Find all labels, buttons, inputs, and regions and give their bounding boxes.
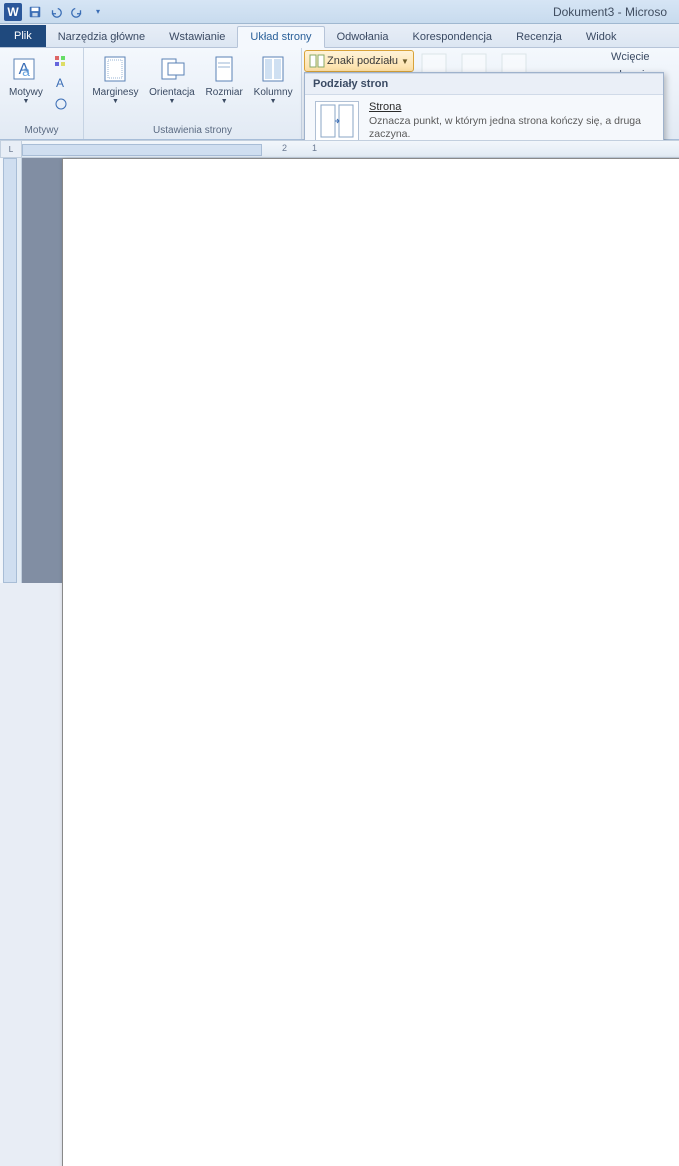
columns-label: Kolumny: [254, 87, 293, 98]
group-themes-label: Motywy: [4, 123, 79, 139]
quick-access-toolbar: ▾: [26, 3, 107, 21]
size-label: Rozmiar: [206, 87, 243, 98]
orientation-icon: [156, 53, 188, 85]
margins-label: Marginesy: [92, 87, 138, 98]
tab-insert[interactable]: Wstawianie: [157, 27, 237, 47]
chevron-down-icon: ▼: [270, 98, 277, 105]
menu-item-title: Strona: [369, 101, 653, 113]
breaks-dropdown-origin: Znaki podziału ▼ Podziały stron StronaOz…: [304, 48, 414, 72]
page-break-icon: [315, 101, 359, 141]
margins-button[interactable]: Marginesy ▼: [88, 50, 143, 108]
chevron-down-icon: ▼: [401, 57, 409, 66]
ribbon: Aa Motywy ▼ A Motywy Marginesy ▼ Orienta…: [0, 48, 679, 140]
chevron-down-icon: ▼: [168, 98, 175, 105]
tab-review[interactable]: Recenzja: [504, 27, 574, 47]
ruler-corner[interactable]: L: [0, 140, 22, 158]
chevron-down-icon: ▼: [22, 98, 29, 105]
menu-item-desc: Oznacza punkt, w którym jedna strona koń…: [369, 115, 653, 141]
ruler-mark: 1: [312, 143, 317, 153]
save-button[interactable]: [26, 3, 44, 21]
qat-customize-button[interactable]: ▾: [89, 3, 107, 21]
group-themes: Aa Motywy ▼ A Motywy: [0, 48, 84, 139]
svg-text:A: A: [56, 76, 64, 90]
group-page-setup-label: Ustawienia strony: [88, 123, 297, 139]
tab-home[interactable]: Narzędzia główne: [46, 27, 157, 47]
menu-section-page-breaks: Podziały stron: [305, 73, 663, 95]
window-title: Dokument3 - Microso: [107, 5, 675, 19]
theme-colors-button[interactable]: [50, 52, 72, 72]
size-button[interactable]: Rozmiar ▼: [201, 50, 247, 108]
tab-mailings[interactable]: Korespondencja: [401, 27, 505, 47]
breaks-label: Znaki podziału: [327, 55, 398, 67]
horizontal-ruler[interactable]: 2 1: [22, 140, 679, 158]
theme-fonts-button[interactable]: A: [50, 73, 72, 93]
chevron-down-icon: ▼: [112, 98, 119, 105]
document-area[interactable]: [22, 158, 679, 583]
tab-references[interactable]: Odwołania: [325, 27, 401, 47]
columns-icon: [257, 53, 289, 85]
margins-icon: [99, 53, 131, 85]
vertical-ruler[interactable]: [0, 158, 22, 583]
undo-button[interactable]: [47, 3, 65, 21]
breaks-icon: [309, 53, 325, 69]
tab-page-layout[interactable]: Układ strony: [237, 26, 324, 48]
themes-icon: Aa: [10, 53, 42, 85]
theme-effects-button[interactable]: [50, 94, 72, 114]
themes-button[interactable]: Aa Motywy ▼: [4, 50, 48, 108]
document-page[interactable]: [62, 158, 679, 1166]
tab-view[interactable]: Widok: [574, 27, 629, 47]
indent-heading: Wcięcie: [611, 51, 675, 63]
svg-text:a: a: [22, 63, 30, 79]
tab-file[interactable]: Plik: [0, 25, 46, 47]
group-page-setup: Marginesy ▼ Orientacja ▼ Rozmiar ▼ Kolum…: [84, 48, 302, 139]
themes-label: Motywy: [9, 87, 43, 98]
word-app-icon: W: [4, 3, 22, 21]
size-icon: [208, 53, 240, 85]
ruler-mark: 2: [282, 143, 287, 153]
breaks-button[interactable]: Znaki podziału ▼: [304, 50, 414, 72]
columns-button[interactable]: Kolumny ▼: [249, 50, 297, 108]
orientation-button[interactable]: Orientacja ▼: [145, 50, 199, 108]
ribbon-tabs: Plik Narzędzia główne Wstawianie Układ s…: [0, 24, 679, 48]
orientation-label: Orientacja: [149, 87, 195, 98]
redo-button[interactable]: [68, 3, 86, 21]
title-bar: W ▾ Dokument3 - Microso: [0, 0, 679, 24]
chevron-down-icon: ▼: [221, 98, 228, 105]
